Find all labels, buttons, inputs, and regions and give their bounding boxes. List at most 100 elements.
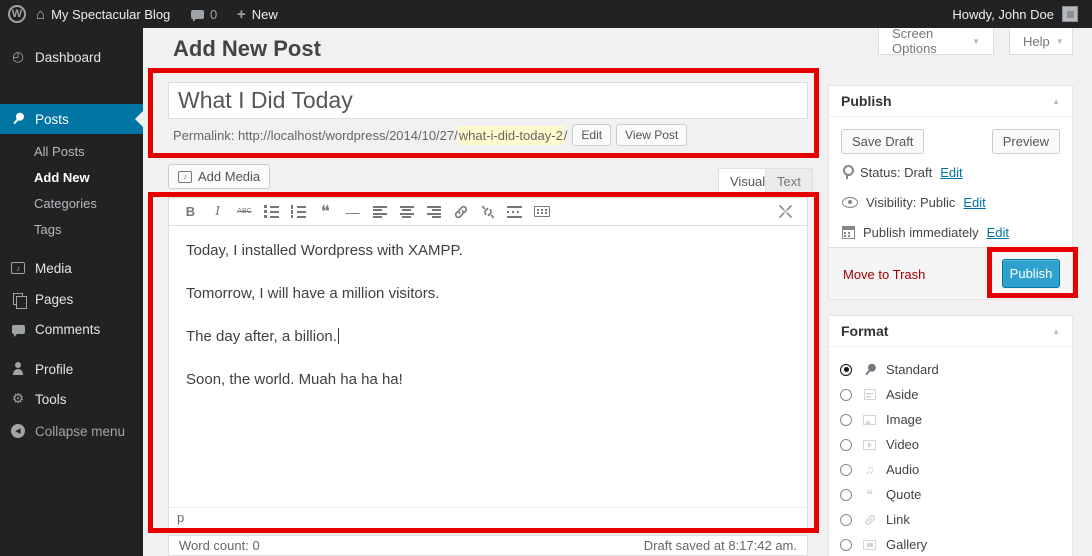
text-tab[interactable]: Text <box>765 168 813 194</box>
edit-status-link[interactable]: Edit <box>940 165 962 180</box>
numbered-list-icon <box>291 205 306 218</box>
format-option-video[interactable]: Video <box>829 432 1072 457</box>
post-title-input[interactable] <box>168 82 808 119</box>
sidebar-item-media[interactable]: ♪ Media <box>0 253 143 283</box>
account-menu[interactable]: Howdy, John Doe <box>952 0 1054 28</box>
collapse-toggle-icon[interactable]: ▲ <box>1052 327 1060 336</box>
collapse-toggle-icon[interactable]: ▲ <box>1052 97 1060 106</box>
format-box-header[interactable]: Format ▲ <box>829 316 1072 347</box>
screen-options-label: Screen Options <box>892 26 966 56</box>
radio-audio[interactable] <box>840 464 852 476</box>
edit-visibility-link[interactable]: Edit <box>963 195 985 210</box>
edit-schedule-link[interactable]: Edit <box>987 225 1009 240</box>
comments-menu[interactable]: 0 <box>191 0 217 28</box>
align-right-button[interactable] <box>420 200 447 224</box>
admin-bar: W ⌂ My Spectacular Blog 0 + New Howdy, J… <box>0 0 1092 28</box>
format-option-standard[interactable]: Standard <box>829 357 1072 382</box>
quote-icon: ❝ <box>861 490 878 500</box>
format-option-label: Audio <box>886 462 919 477</box>
permalink-slug[interactable]: what-i-did-today-2 <box>458 126 564 145</box>
video-icon <box>861 440 878 450</box>
toolbar-toggle-button[interactable] <box>528 200 555 224</box>
publish-box-header[interactable]: Publish ▲ <box>829 86 1072 117</box>
help-tab[interactable]: Help ▼ <box>1009 28 1073 55</box>
sidebar-item-label: Comments <box>35 322 100 337</box>
edit-permalink-button[interactable]: Edit <box>572 124 611 146</box>
add-media-button[interactable]: ♪ Add Media <box>168 164 270 189</box>
format-option-quote[interactable]: ❝ Quote <box>829 482 1072 507</box>
format-option-image[interactable]: Image <box>829 407 1072 432</box>
chevron-down-icon: ▼ <box>1056 37 1064 46</box>
preview-button[interactable]: Preview <box>992 129 1060 154</box>
sidebar-item-collapse-menu[interactable]: ◀ Collapse menu <box>0 416 143 446</box>
italic-button[interactable]: I <box>204 200 231 224</box>
eye-icon <box>842 197 858 208</box>
post-paragraph: Soon, the world. Muah ha ha ha! <box>186 369 790 390</box>
schedule-row: Publish immediately Edit <box>842 225 1009 240</box>
format-option-label: Gallery <box>886 537 927 552</box>
bulleted-list-button[interactable] <box>258 200 285 224</box>
bold-button[interactable]: B <box>177 200 204 224</box>
format-option-gallery[interactable]: Gallery <box>829 532 1072 556</box>
horizontal-rule-button[interactable]: — <box>339 200 366 224</box>
sidebar-item-comments[interactable]: Comments <box>0 314 143 344</box>
sidebar-item-label: Profile <box>35 362 73 377</box>
radio-gallery[interactable] <box>840 539 852 551</box>
sidebar-subitem-tags[interactable]: Tags <box>0 218 143 242</box>
radio-video[interactable] <box>840 439 852 451</box>
sidebar-item-dashboard[interactable]: ◴ Dashboard <box>0 42 143 72</box>
tools-icon: ⚙ <box>10 391 26 407</box>
chevron-down-icon: ▼ <box>972 37 980 46</box>
media-icon: ♪ <box>10 262 26 274</box>
screen-options-tab[interactable]: Screen Options ▼ <box>878 28 994 55</box>
remove-link-button[interactable] <box>474 200 501 224</box>
sidebar-item-posts[interactable]: Posts <box>0 104 143 134</box>
format-option-label: Aside <box>886 387 919 402</box>
comments-count: 0 <box>210 7 217 22</box>
sidebar-item-tools[interactable]: ⚙ Tools <box>0 384 143 414</box>
align-left-button[interactable] <box>366 200 393 224</box>
move-to-trash-link[interactable]: Move to Trash <box>843 267 925 282</box>
format-option-link[interactable]: Link <box>829 507 1072 532</box>
permalink-label: Permalink: <box>173 128 234 143</box>
post-content-area[interactable]: Today, I installed Wordpress with XAMPP.… <box>169 227 807 507</box>
radio-image[interactable] <box>840 414 852 426</box>
more-tag-button[interactable] <box>501 200 528 224</box>
align-center-button[interactable] <box>393 200 420 224</box>
calendar-icon <box>842 226 855 239</box>
format-option-label: Image <box>886 412 922 427</box>
numbered-list-button[interactable] <box>285 200 312 224</box>
new-content-menu[interactable]: + New <box>237 0 278 28</box>
add-media-label: Add Media <box>198 169 260 184</box>
radio-link[interactable] <box>840 514 852 526</box>
format-box-title: Format <box>841 323 888 339</box>
view-post-button[interactable]: View Post <box>616 124 687 146</box>
sidebar-item-profile[interactable]: Profile <box>0 354 143 384</box>
radio-standard[interactable] <box>840 364 852 376</box>
format-option-audio[interactable]: ♫ Audio <box>829 457 1072 482</box>
editor-status-info: Word count: 0 Draft saved at 8:17:42 am. <box>168 535 808 556</box>
save-draft-button[interactable]: Save Draft <box>841 129 924 154</box>
howdy-text: Howdy, John Doe <box>952 7 1054 22</box>
format-option-label: Standard <box>886 362 939 377</box>
radio-quote[interactable] <box>840 489 852 501</box>
publish-button[interactable]: Publish <box>1002 259 1060 288</box>
sidebar-subitem-categories[interactable]: Categories <box>0 192 143 216</box>
sidebar-subitem-add-new[interactable]: Add New <box>0 166 143 190</box>
blockquote-button[interactable]: ❝ <box>312 200 339 224</box>
format-option-aside[interactable]: Aside <box>829 382 1072 407</box>
distraction-free-button[interactable] <box>772 200 799 224</box>
new-label: New <box>252 7 278 22</box>
sidebar-subitem-all-posts[interactable]: All Posts <box>0 140 143 164</box>
site-menu[interactable]: ⌂ My Spectacular Blog <box>36 0 170 28</box>
sidebar-item-pages[interactable]: Pages <box>0 284 143 314</box>
comments-bubble-icon <box>191 10 204 19</box>
insert-link-button[interactable] <box>447 200 474 224</box>
radio-aside[interactable] <box>840 389 852 401</box>
status-pin-icon <box>842 165 852 180</box>
strikethrough-button[interactable]: ABC <box>231 200 258 224</box>
user-avatar[interactable] <box>1062 0 1078 28</box>
format-option-label: Quote <box>886 487 921 502</box>
wordpress-logo-menu[interactable]: W <box>8 0 26 28</box>
link-icon <box>861 513 878 527</box>
